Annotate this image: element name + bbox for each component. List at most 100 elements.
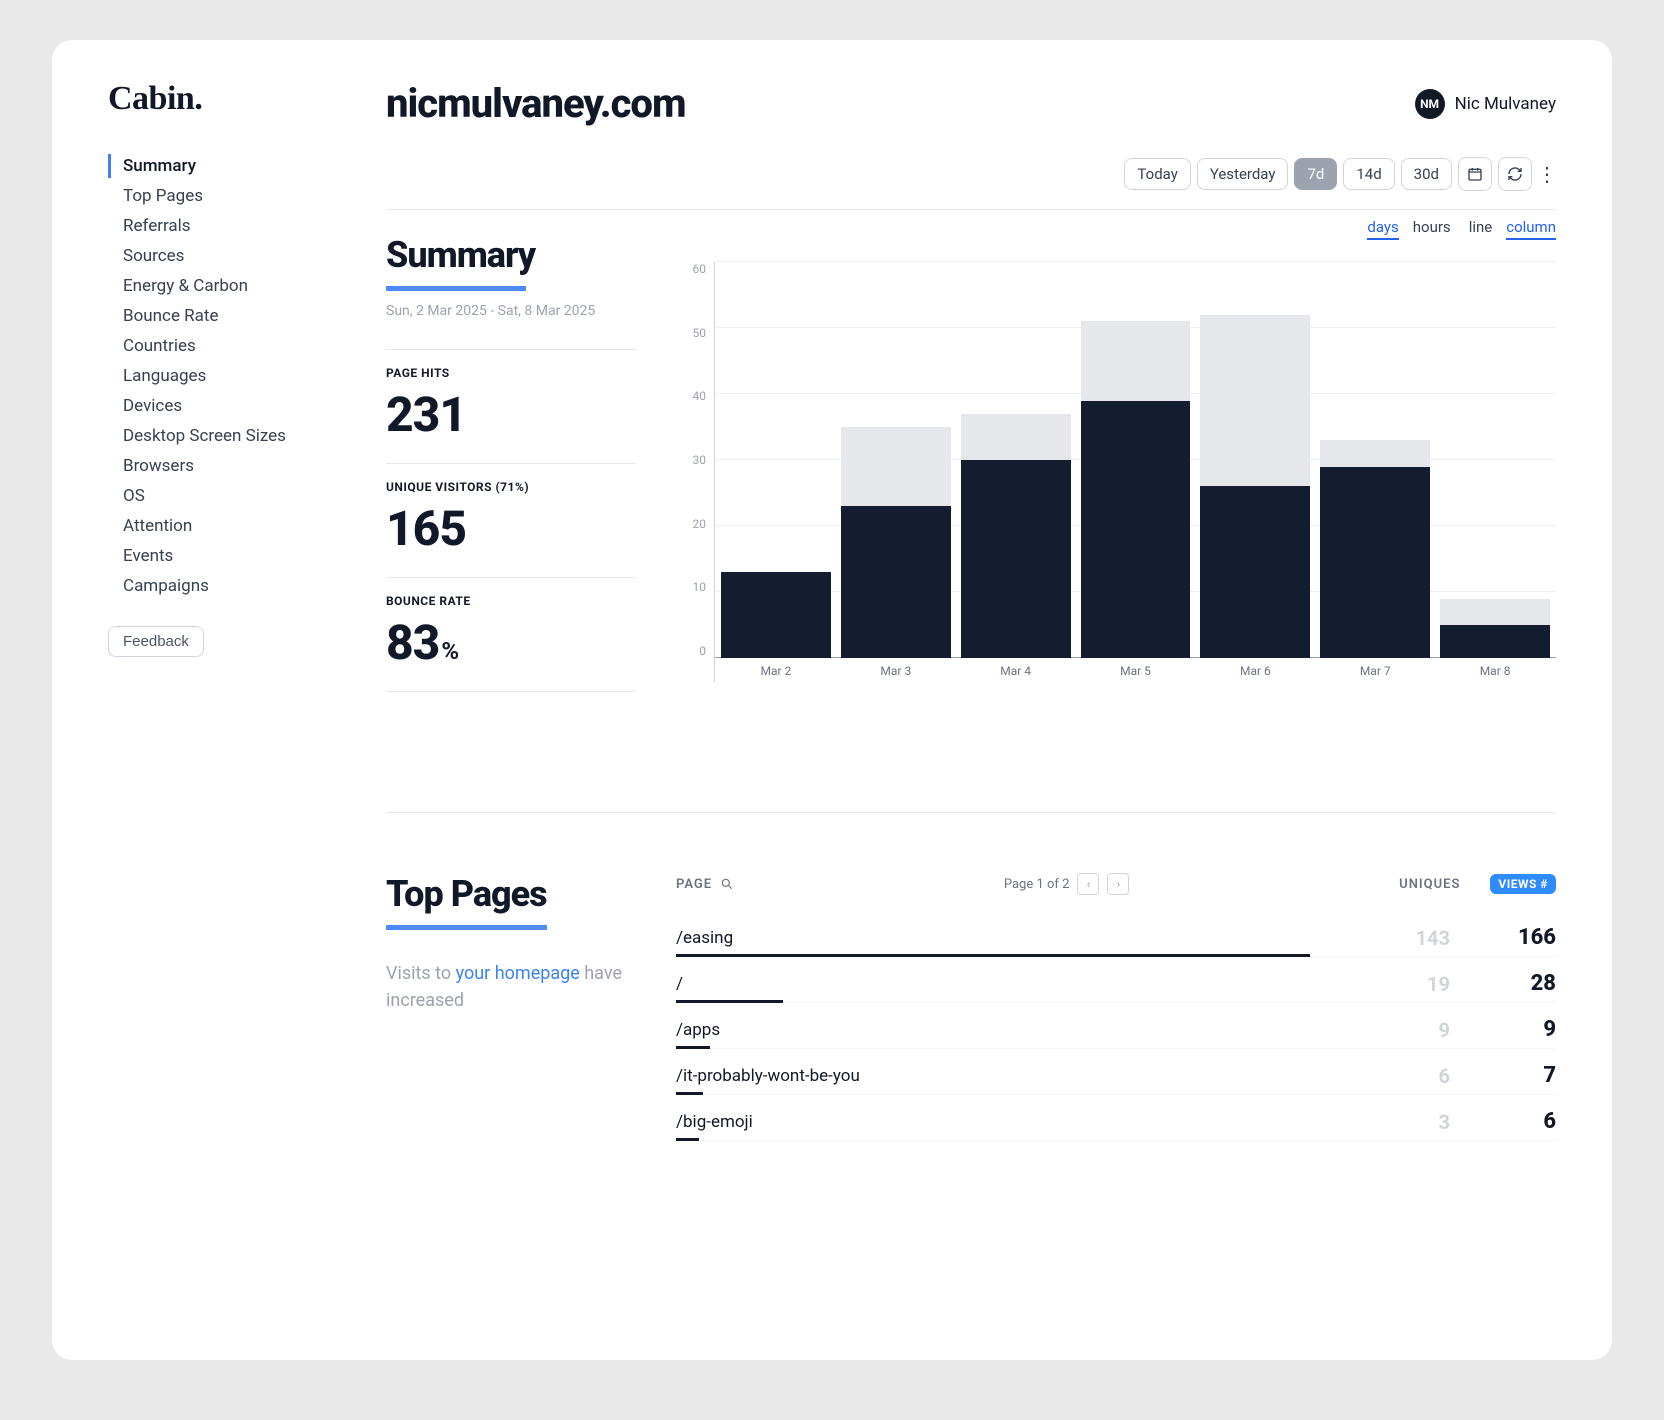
table-row[interactable]: /easing 143166 — [676, 911, 1556, 957]
row-numbers: 1928 — [1400, 971, 1556, 996]
bars-row — [715, 262, 1556, 658]
row-numbers: 99 — [1400, 1017, 1556, 1042]
nav-item-countries[interactable]: Countries — [108, 334, 338, 358]
nav-item-energy-carbon[interactable]: Energy & Carbon — [108, 274, 338, 298]
bar-unique — [841, 506, 951, 658]
bar-mar-4[interactable] — [961, 262, 1071, 658]
bar-total — [721, 572, 831, 658]
uniques-value: 6 — [1400, 1064, 1450, 1088]
x-label: Mar 2 — [721, 658, 831, 682]
homepage-link[interactable]: your homepage — [456, 963, 580, 984]
pager-next-button[interactable]: › — [1107, 873, 1129, 895]
col-views-badge[interactable]: VIEWS # — [1490, 874, 1556, 894]
row-bar — [676, 1138, 699, 1141]
more-menu-button[interactable]: ⋮ — [1538, 162, 1556, 186]
x-label: Mar 7 — [1320, 658, 1430, 682]
range-today[interactable]: Today — [1124, 158, 1190, 190]
nav-item-browsers[interactable]: Browsers — [108, 454, 338, 478]
summary-section: Summary Sun, 2 Mar 2025 - Sat, 8 Mar 202… — [386, 234, 1556, 692]
uniques-value: 9 — [1400, 1018, 1450, 1042]
bar-mar-6[interactable] — [1200, 262, 1310, 658]
page-path: /easing — [676, 928, 733, 948]
granularity-days[interactable]: days — [1367, 218, 1398, 240]
refresh-button[interactable] — [1498, 157, 1532, 191]
chart-style-column[interactable]: column — [1506, 218, 1556, 240]
bar-mar-8[interactable] — [1440, 262, 1550, 658]
user-menu[interactable]: NM Nic Mulvaney — [1415, 89, 1556, 119]
plot: Mar 2Mar 3Mar 4Mar 5Mar 6Mar 7Mar 8 — [714, 262, 1556, 682]
chevron-right-icon: › — [1117, 877, 1121, 891]
col-page[interactable]: PAGE — [676, 877, 734, 892]
nav-item-languages[interactable]: Languages — [108, 364, 338, 388]
nav-item-referrals[interactable]: Referrals — [108, 214, 338, 238]
feedback-button[interactable]: Feedback — [108, 626, 204, 657]
page-path: /big-emoji — [676, 1112, 753, 1132]
nav-item-campaigns[interactable]: Campaigns — [108, 574, 338, 598]
range-yesterday[interactable]: Yesterday — [1197, 158, 1289, 190]
views-value: 166 — [1506, 925, 1556, 950]
nav-item-bounce-rate[interactable]: Bounce Rate — [108, 304, 338, 328]
bar-total — [841, 427, 951, 658]
views-value: 28 — [1506, 971, 1556, 996]
table-row[interactable]: /big-emoji36 — [676, 1095, 1556, 1141]
bar-unique — [961, 460, 1071, 658]
y-tick: 10 — [693, 580, 707, 594]
chevron-left-icon: ‹ — [1087, 877, 1091, 891]
table-row[interactable]: /it-probably-wont-be-you67 — [676, 1049, 1556, 1095]
metric-label: BOUNCE RATE — [386, 594, 636, 608]
views-value: 9 — [1506, 1017, 1556, 1042]
nav-item-sources[interactable]: Sources — [108, 244, 338, 268]
app-card: Cabin. Summary Top Pages Referrals Sources E… — [52, 40, 1612, 1360]
nav-item-attention[interactable]: Attention — [108, 514, 338, 538]
chart-style-line[interactable]: line — [1469, 218, 1493, 240]
date-toolbar: TodayYesterday7d14d30d ⋮ — [386, 157, 1556, 210]
bar-mar-2[interactable] — [721, 262, 831, 658]
nav-item-devices[interactable]: Devices — [108, 394, 338, 418]
pager-text: Page 1 of 2 — [1004, 877, 1070, 892]
bar-mar-5[interactable] — [1081, 262, 1191, 658]
bar-mar-7[interactable] — [1320, 262, 1430, 658]
top-pages-header: PAGE Page 1 of 2 ‹ › UNIQUES VIEWS # — [676, 873, 1556, 895]
calendar-icon — [1467, 166, 1483, 182]
nav-item-top-pages[interactable]: Top Pages — [108, 184, 338, 208]
bar-mar-3[interactable] — [841, 262, 951, 658]
metric-label: PAGE HITS — [386, 366, 636, 380]
range-30d[interactable]: 30d — [1401, 158, 1452, 190]
y-tick: 0 — [699, 644, 706, 658]
top-pages-note: Visits to your homepage have increased — [386, 960, 636, 1014]
uniques-value: 19 — [1400, 972, 1450, 996]
metric-page-hits: PAGE HITS 231 — [386, 349, 636, 463]
nav-item-os[interactable]: OS — [108, 484, 338, 508]
top-pages-section: Top Pages Visits to your homepage have i… — [386, 873, 1556, 1141]
chart-controls: days hours line column — [1367, 218, 1556, 240]
row-numbers: 36 — [1400, 1109, 1556, 1134]
y-tick: 50 — [693, 326, 707, 340]
nav-item-events[interactable]: Events — [108, 544, 338, 568]
table-row[interactable]: /1928 — [676, 957, 1556, 1003]
range-14d[interactable]: 14d — [1343, 158, 1394, 190]
user-name: Nic Mulvaney — [1455, 94, 1556, 114]
views-value: 7 — [1506, 1063, 1556, 1088]
views-value: 6 — [1506, 1109, 1556, 1134]
calendar-button[interactable] — [1458, 157, 1492, 191]
y-axis: 6050403020100 — [676, 262, 706, 682]
bar-total — [1440, 599, 1550, 658]
uniques-value: 3 — [1400, 1110, 1450, 1134]
search-icon — [720, 877, 734, 891]
col-uniques-label[interactable]: UNIQUES — [1399, 877, 1460, 892]
row-numbers: 143166 — [1400, 925, 1556, 950]
nav-item-summary[interactable]: Summary — [108, 154, 338, 178]
granularity-hours[interactable]: hours — [1413, 218, 1451, 240]
chart-panel: dayshours linecolumn 6050403020100 Mar 2… — [676, 234, 1556, 692]
bar-unique — [1200, 486, 1310, 658]
pager-prev-button[interactable]: ‹ — [1077, 873, 1099, 895]
nav-item-desktop-screen-sizes[interactable]: Desktop Screen Sizes — [108, 424, 338, 448]
metric-unique-visitors: UNIQUE VISITORS (71%) 165 — [386, 463, 636, 577]
logo: Cabin. — [108, 80, 338, 118]
date-range: Sun, 2 Mar 2025 - Sat, 8 Mar 2025 — [386, 303, 636, 319]
table-row[interactable]: /apps99 — [676, 1003, 1556, 1049]
range-7d[interactable]: 7d — [1294, 158, 1337, 190]
note-pre: Visits to — [386, 963, 456, 984]
bar-total — [1200, 315, 1310, 658]
y-tick: 20 — [693, 517, 707, 531]
